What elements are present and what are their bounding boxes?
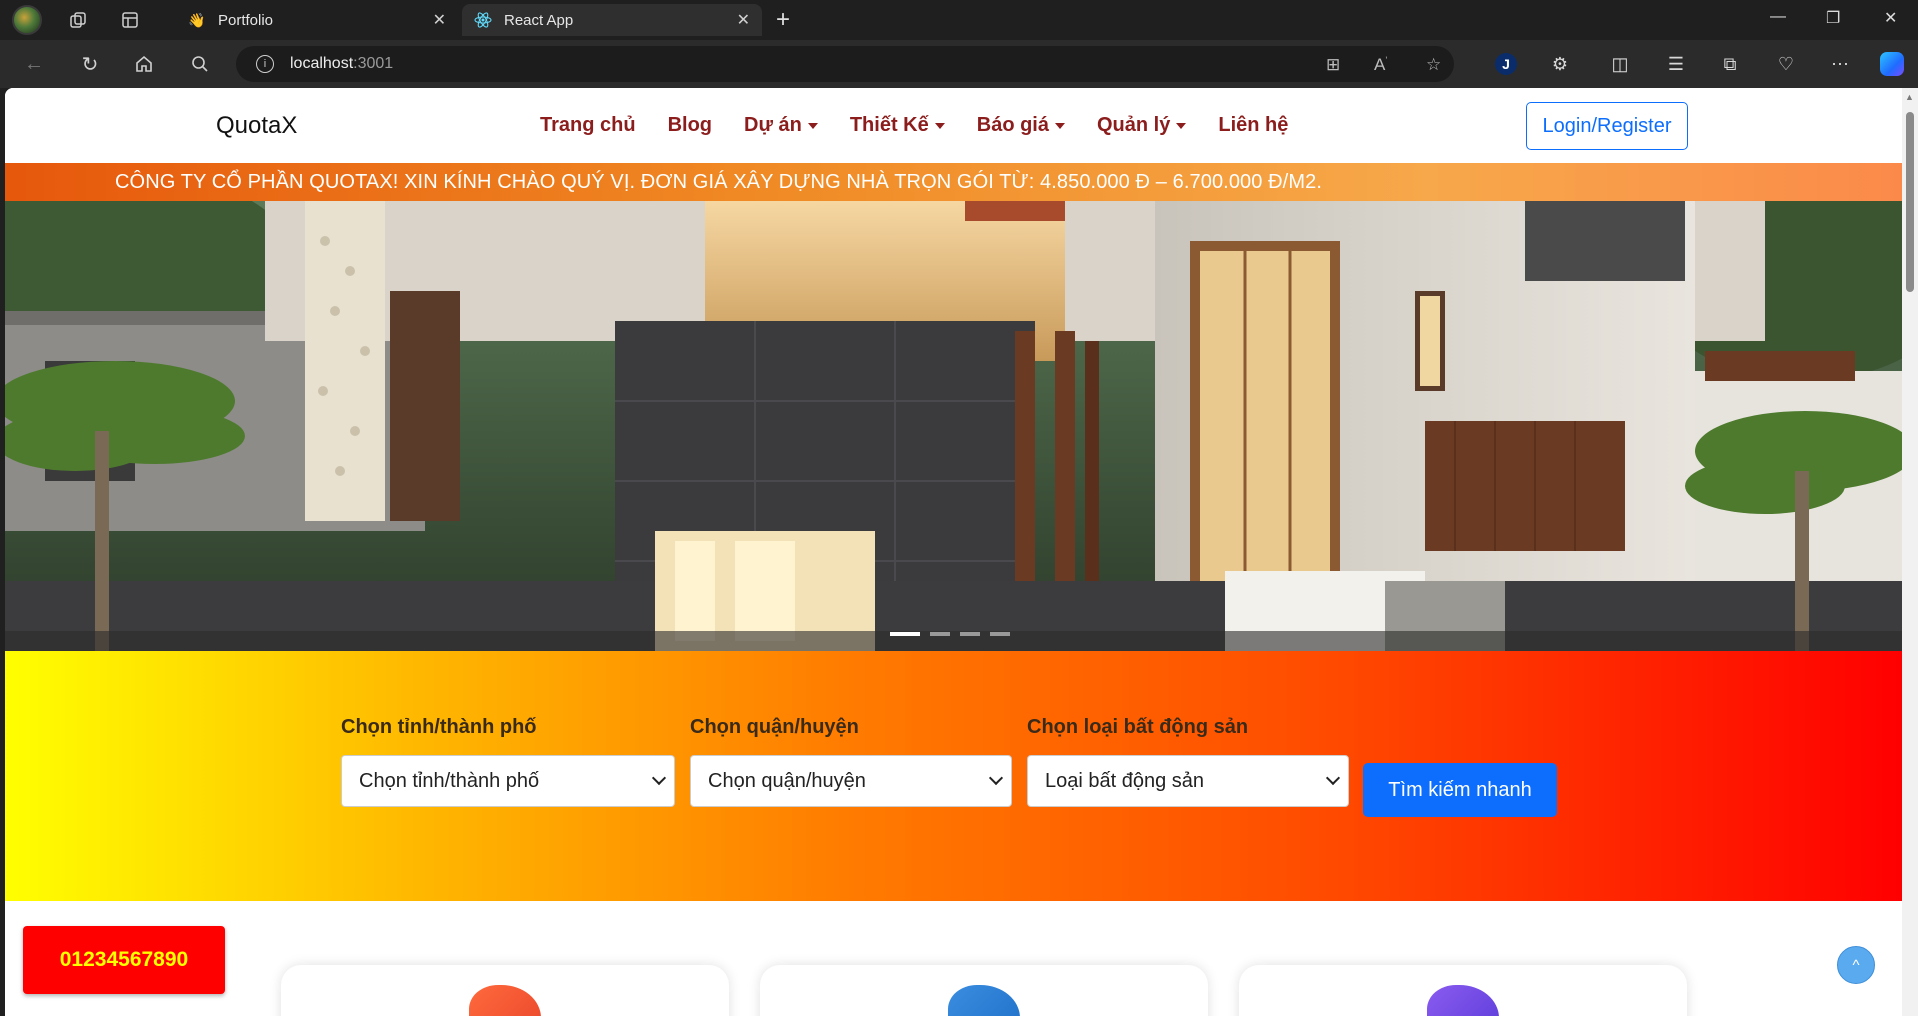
loading-icon	[948, 985, 1020, 1016]
province-field: Chọn tỉnh/thành phố Chọn tỉnh/thành phố	[341, 716, 675, 807]
react-icon	[474, 11, 492, 29]
tab-react-app[interactable]: React App ✕	[462, 4, 762, 36]
select-value: Loại bất động sản	[1045, 769, 1205, 792]
monitor-icon	[1427, 985, 1499, 1016]
district-select[interactable]: Chọn quận/huyện	[690, 755, 1012, 807]
carousel-dot[interactable]	[990, 632, 1010, 636]
district-label: Chọn quận/huyện	[690, 716, 859, 738]
province-select[interactable]: Chọn tỉnh/thành phố	[341, 755, 675, 807]
nav-label: Thiết Kế	[849, 114, 929, 136]
nav-label: Trang chủ	[540, 114, 636, 136]
nav-blog[interactable]: Blog	[668, 114, 712, 137]
browser-essentials-icon[interactable]: ♡	[1772, 50, 1800, 78]
feature-card[interactable]	[281, 965, 729, 1016]
nav-manage[interactable]: Quản lý	[1097, 114, 1187, 137]
site-navbar: QuotaX Trang chủ Blog Dự án Thiết Kế Báo…	[5, 88, 1902, 163]
select-value: Chọn quận/huyện	[708, 769, 866, 792]
page-viewport: QuotaX Trang chủ Blog Dự án Thiết Kế Báo…	[5, 88, 1918, 1016]
nav-home[interactable]: Trang chủ	[540, 114, 636, 137]
carousel-dot[interactable]	[930, 632, 950, 636]
login-register-button[interactable]: Login/Register	[1526, 102, 1688, 150]
home-icon[interactable]	[132, 52, 156, 76]
tab-title: Portfolio	[218, 11, 274, 29]
nav-label: Dự án	[744, 114, 802, 136]
read-aloud-icon[interactable]: Aʼ	[1374, 55, 1387, 75]
quick-search-button[interactable]: Tìm kiếm nhanh	[1363, 763, 1557, 817]
hotline-button[interactable]: 01234567890	[23, 926, 225, 994]
close-tab-icon[interactable]: ✕	[433, 10, 446, 30]
tab-actions-icon[interactable]	[116, 6, 144, 34]
tab-title: React App	[504, 11, 574, 29]
carousel-dot[interactable]	[960, 632, 980, 636]
refresh-icon[interactable]: ↻	[78, 52, 102, 76]
close-window-icon[interactable]: ✕	[1884, 8, 1897, 28]
announcement-marquee: CÔNG TY CỔ PHẦN QUOTAX! XIN KÍNH CHÀO QU…	[5, 163, 1902, 201]
property-type-select[interactable]: Loại bất động sản	[1027, 755, 1349, 807]
nav-label: Quản lý	[1097, 114, 1171, 136]
back-icon[interactable]: ←	[22, 52, 46, 76]
chevron-down-icon	[988, 770, 1004, 786]
close-tab-icon[interactable]: ✕	[737, 10, 750, 30]
nav-projects[interactable]: Dự án	[744, 114, 818, 137]
main-menu: Trang chủ Blog Dự án Thiết Kế Báo giá Qu…	[540, 114, 1288, 137]
chevron-down-icon	[651, 770, 667, 786]
restore-icon[interactable]: ❐	[1826, 8, 1840, 28]
chevron-down-icon	[1325, 770, 1341, 786]
page-scrollbar[interactable]: ▲	[1902, 88, 1918, 1016]
browser-toolbar: ← ↻ i localhost:3001 ⊞ Aʼ ☆ J ⚙ ◫ ☰ ⧉ ♡ …	[0, 40, 1918, 88]
site-info-icon[interactable]: i	[256, 55, 274, 73]
workspaces-icon[interactable]	[64, 6, 92, 34]
caret-down-icon	[1176, 122, 1187, 129]
nav-quote[interactable]: Báo giá	[977, 114, 1065, 137]
nav-label: Báo giá	[976, 114, 1049, 136]
chart-icon	[469, 985, 541, 1016]
nav-contact[interactable]: Liên hệ	[1218, 114, 1288, 137]
hero-carousel[interactable]	[5, 201, 1902, 651]
address-bar[interactable]: i localhost:3001 ⊞ Aʼ ☆	[236, 46, 1454, 82]
url-host: localhost	[290, 55, 354, 72]
district-field: Chọn quận/huyện Chọn quận/huyện	[690, 716, 1012, 807]
caret-down-icon	[934, 122, 945, 129]
hero-house-image	[5, 201, 1902, 651]
caret-down-icon	[1055, 122, 1065, 129]
tab-portfolio[interactable]: 👋 Portfolio ✕	[176, 4, 458, 36]
profile-avatar[interactable]	[12, 5, 42, 35]
extensions-icon[interactable]: ⚙	[1546, 50, 1574, 78]
new-tab-icon[interactable]: +	[776, 6, 790, 34]
extension-j-icon[interactable]: J	[1492, 50, 1520, 78]
nav-design[interactable]: Thiết Kế	[850, 114, 945, 137]
favorites-icon[interactable]: ☰	[1662, 50, 1690, 78]
app-available-icon[interactable]: ⊞	[1326, 55, 1340, 75]
split-screen-icon[interactable]: ◫	[1606, 50, 1634, 78]
favorite-star-icon[interactable]: ☆	[1426, 55, 1441, 75]
select-value: Chọn tỉnh/thành phố	[359, 769, 540, 792]
nav-label: Liên hệ	[1218, 114, 1289, 136]
site-brand[interactable]: QuotaX	[216, 112, 297, 140]
quick-search-section: Chọn tỉnh/thành phố Chọn tỉnh/thành phố …	[5, 651, 1902, 901]
nav-label: Blog	[667, 114, 713, 136]
collections-icon[interactable]: ⧉	[1716, 50, 1744, 78]
feature-card[interactable]	[1239, 965, 1687, 1016]
search-icon[interactable]	[188, 52, 212, 76]
back-to-top-button[interactable]: ^	[1837, 946, 1875, 984]
scroll-up-icon[interactable]: ▲	[1905, 92, 1914, 102]
marquee-text: CÔNG TY CỔ PHẦN QUOTAX! XIN KÍNH CHÀO QU…	[115, 171, 1322, 193]
feature-card[interactable]	[760, 965, 1208, 1016]
carousel-indicators	[890, 632, 1010, 636]
property-type-field: Chọn loại bất động sản Loại bất động sản	[1027, 716, 1349, 807]
browser-tab-bar: 👋 Portfolio ✕ React App ✕ + — ❐ ✕	[0, 0, 1918, 40]
url-port: :3001	[353, 55, 394, 72]
province-label: Chọn tỉnh/thành phố	[341, 716, 537, 738]
carousel-dot[interactable]	[890, 632, 920, 636]
scrollbar-thumb[interactable]	[1906, 112, 1914, 292]
more-menu-icon[interactable]: ⋯	[1826, 50, 1854, 78]
copilot-icon[interactable]	[1878, 50, 1906, 78]
waving-hand-icon: 👋	[188, 11, 206, 28]
minimize-icon[interactable]: —	[1770, 8, 1786, 26]
property-type-label: Chọn loại bất động sản	[1027, 716, 1249, 738]
caret-down-icon	[807, 122, 818, 129]
